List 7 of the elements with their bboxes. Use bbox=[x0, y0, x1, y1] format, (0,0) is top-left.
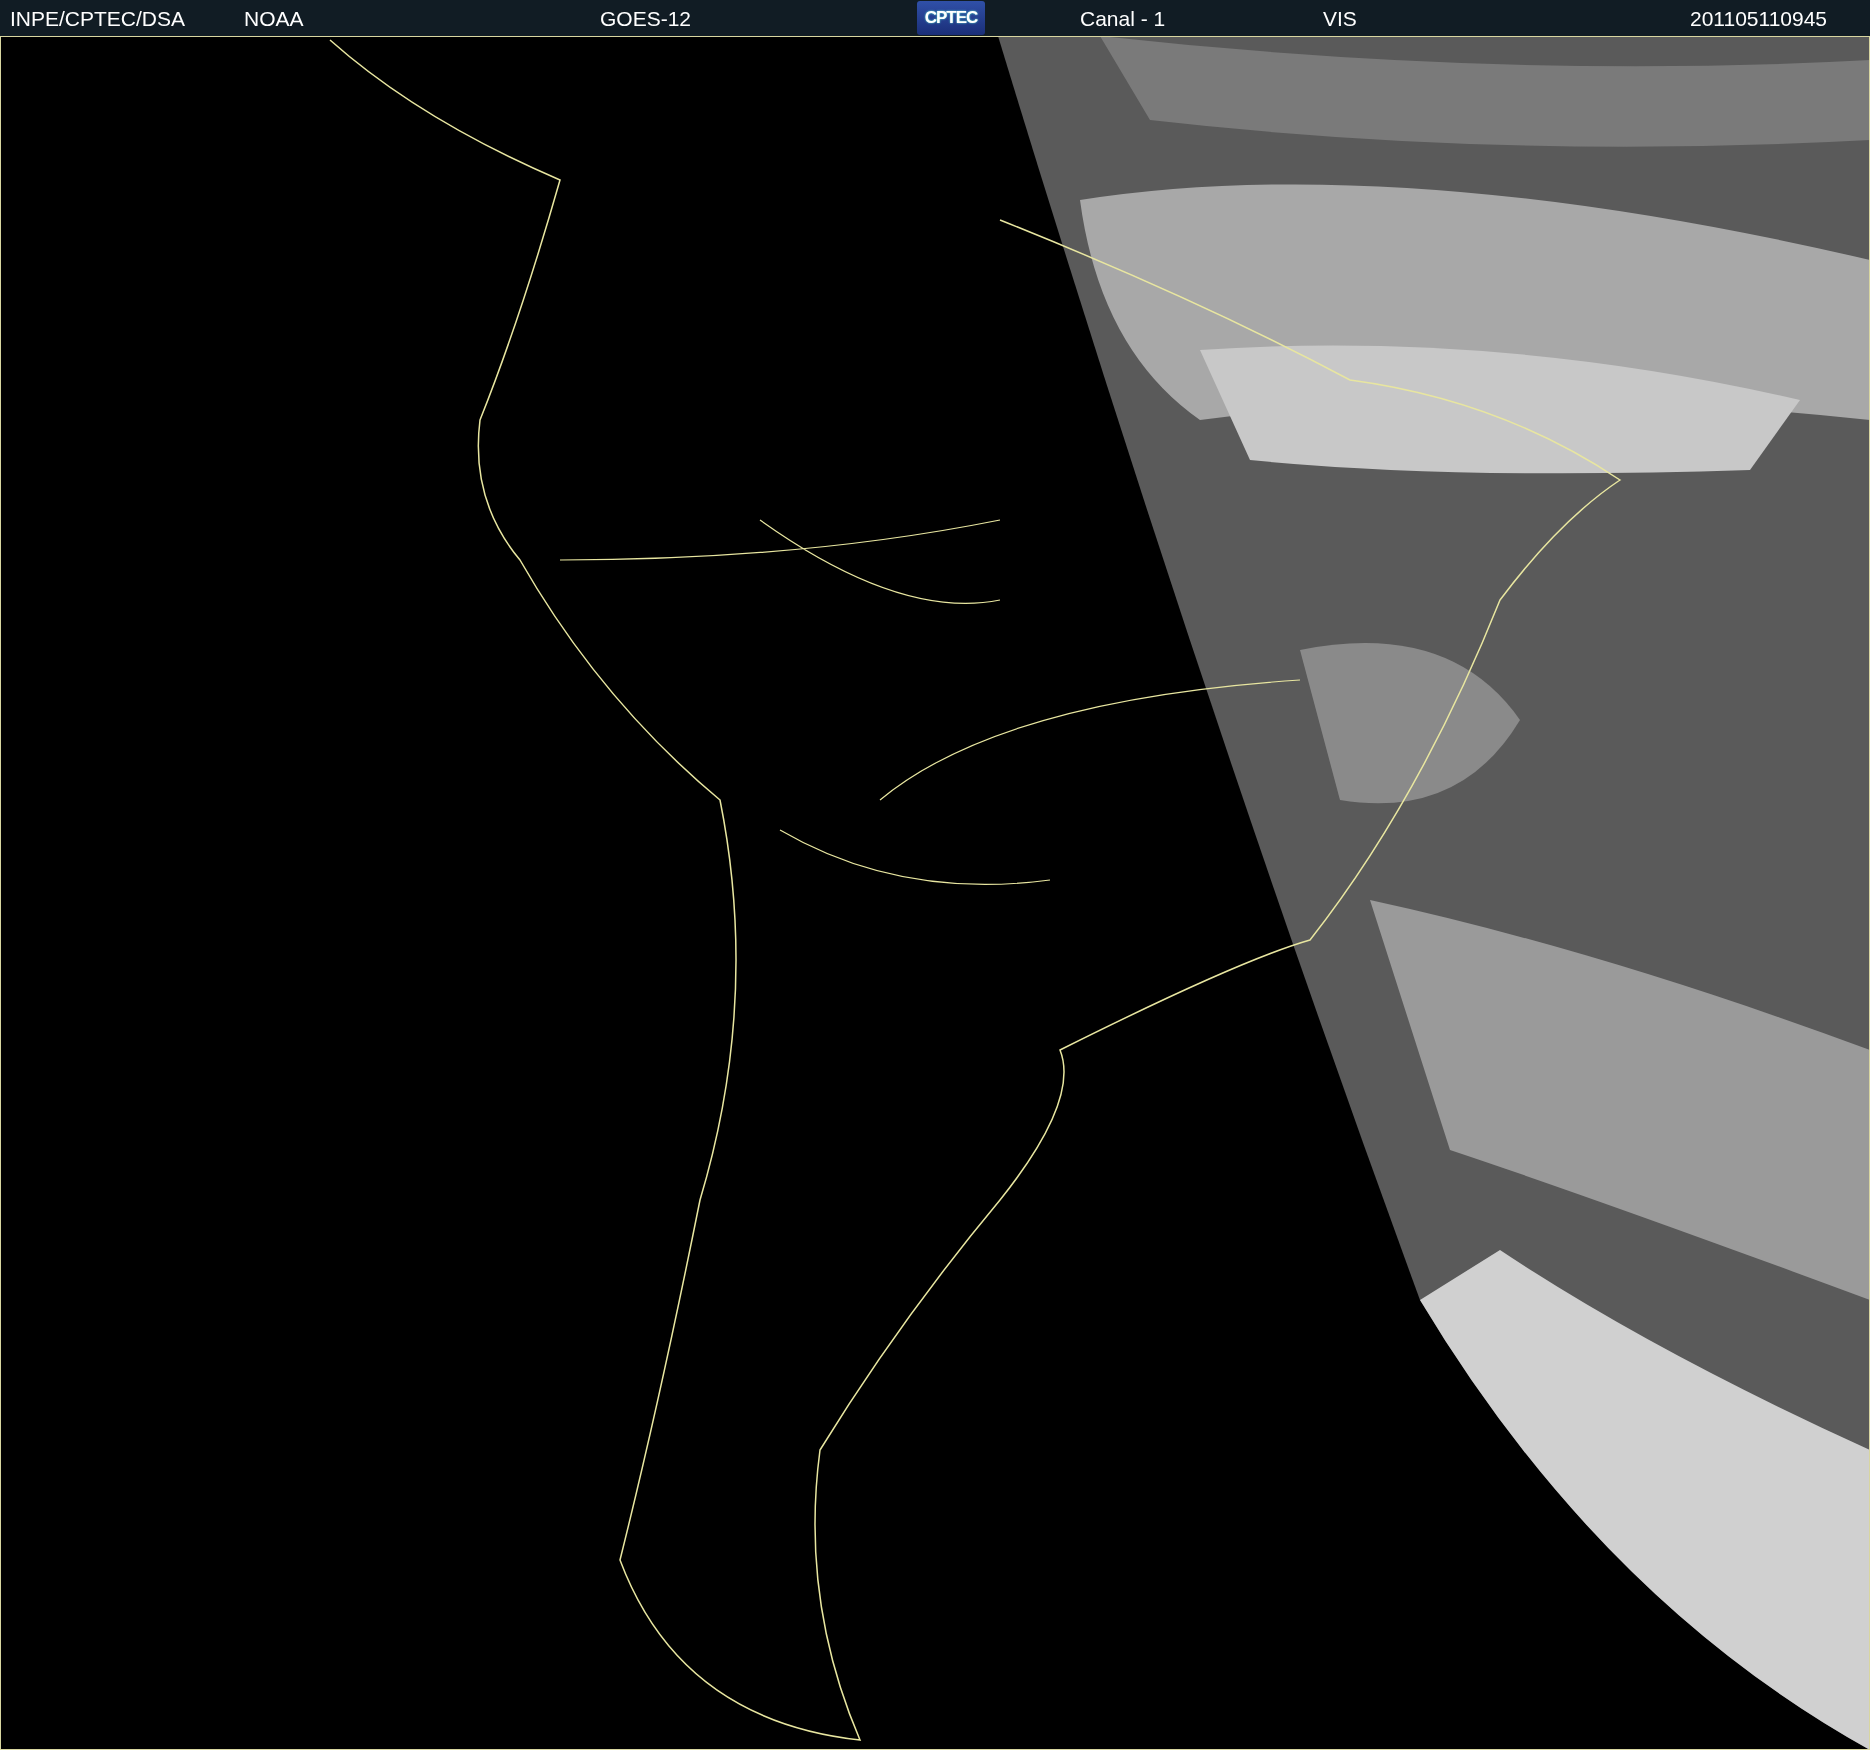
header-label: NOAA bbox=[244, 7, 304, 31]
header-label: GOES-12 bbox=[600, 7, 692, 31]
header-label: INPE/CPTEC/DSA bbox=[10, 7, 186, 31]
header-label: 201105110945 bbox=[1690, 7, 1828, 31]
header-label: VIS bbox=[1323, 7, 1357, 31]
header-label: Canal - 1 bbox=[1080, 7, 1166, 31]
logo: CPTEC bbox=[917, 1, 985, 35]
